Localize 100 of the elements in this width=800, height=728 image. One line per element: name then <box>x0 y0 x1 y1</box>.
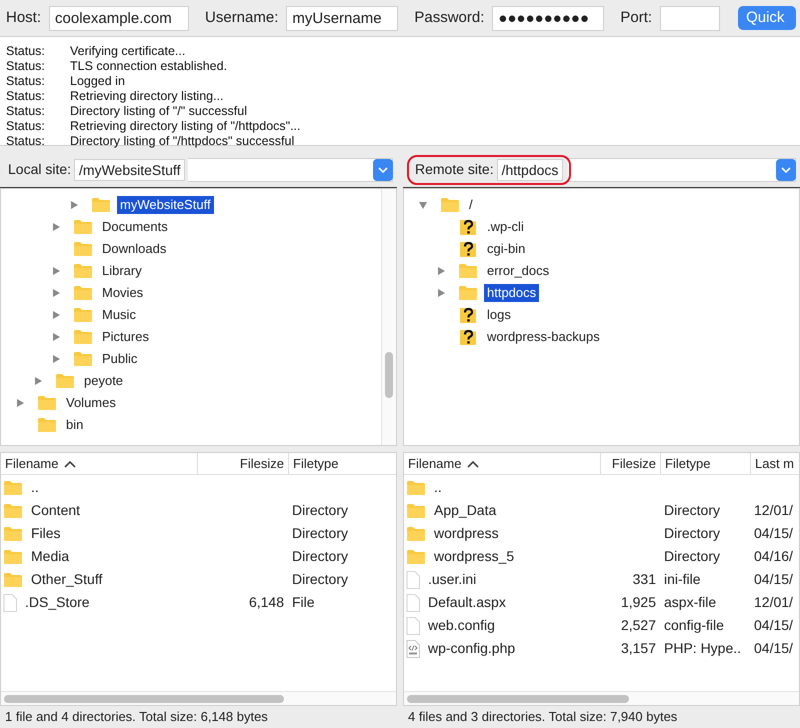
tree-item[interactable]: Pictures <box>102 328 149 346</box>
column-header[interactable]: Filename <box>404 453 600 474</box>
expand-arrow-icon[interactable] <box>33 376 43 386</box>
tree-item[interactable]: httpdocs <box>484 284 540 302</box>
column-header[interactable]: Filesize <box>197 453 288 474</box>
table-cell-text: Content <box>31 501 80 520</box>
tree-item[interactable]: Music <box>102 306 136 324</box>
table-cell-text: Media <box>31 547 70 566</box>
dropdown-button[interactable] <box>373 158 393 180</box>
log-label: Status: <box>6 89 46 104</box>
tree-item[interactable]: .wp-cli <box>487 218 524 236</box>
folder-icon <box>3 526 23 542</box>
log-message: TLS connection established. <box>70 59 228 74</box>
expand-arrow-icon[interactable] <box>51 310 61 320</box>
input-field[interactable] <box>660 6 720 30</box>
site-label: Local site: <box>8 160 72 179</box>
expand-arrow-icon[interactable] <box>69 200 79 210</box>
table-cell-text: aspx-file <box>664 593 716 612</box>
tree-item[interactable]: cgi-bin <box>487 240 526 258</box>
column-header[interactable]: Last m <box>750 453 799 474</box>
input-field[interactable]: ●●●●●●●●●● <box>492 6 604 30</box>
log-message: Directory listing of "/" successful <box>70 104 247 119</box>
question-folder-icon <box>458 240 478 258</box>
table-cell-text: 04/15/ <box>754 524 793 543</box>
table-cell-text: 2,527 <box>620 616 656 635</box>
log-label: Status: <box>6 134 46 149</box>
site-path-field[interactable]: /myWebsiteStuff <box>74 158 186 180</box>
expand-arrow-icon[interactable] <box>51 266 61 276</box>
expand-arrow-icon[interactable] <box>51 288 61 298</box>
folder-icon <box>406 502 426 518</box>
table-cell-text: 12/01/ <box>754 501 793 520</box>
tree-item[interactable]: Movies <box>102 284 144 302</box>
expand-arrow-icon[interactable] <box>51 354 61 364</box>
dropdown-button[interactable] <box>776 158 796 180</box>
column-header[interactable]: Filetype <box>660 453 750 474</box>
table-cell-text: ini-file <box>664 570 701 589</box>
tree-item[interactable]: peyote <box>84 372 124 390</box>
column-header[interactable]: Filetype <box>288 453 396 474</box>
scrollbar-thumb[interactable] <box>4 694 284 702</box>
expand-arrow-icon[interactable] <box>436 266 446 276</box>
table-cell-text: Directory <box>292 524 348 543</box>
code-file-icon <box>406 640 420 658</box>
table-cell-text: PHP: Hype.. <box>664 639 742 658</box>
log-label: Status: <box>6 74 46 89</box>
log-label: Status: <box>6 104 46 119</box>
folder-icon <box>73 219 93 235</box>
scrollbar-thumb[interactable] <box>385 352 393 398</box>
file-icon <box>3 594 17 612</box>
tree-item[interactable]: Public <box>102 350 138 368</box>
table-cell-text: web.config <box>428 616 495 635</box>
sort-ascending-icon <box>64 460 76 468</box>
column-header[interactable]: Filesize <box>600 453 660 474</box>
folder-icon <box>55 373 75 389</box>
folder-icon <box>3 502 23 518</box>
table-cell-text: Directory <box>664 547 720 566</box>
table-cell-text: File <box>292 593 315 612</box>
scrollbar-thumb[interactable] <box>407 694 629 702</box>
log-message: Directory listing of "/httpdocs" successful <box>70 134 294 149</box>
expand-arrow-icon[interactable] <box>436 288 446 298</box>
tree-item[interactable]: Downloads <box>102 240 166 258</box>
folder-icon <box>458 263 478 279</box>
column-header[interactable]: Filename <box>1 453 197 474</box>
expand-arrow-icon[interactable] <box>15 398 25 408</box>
folder-icon <box>73 263 93 279</box>
expand-arrow-icon[interactable] <box>51 332 61 342</box>
quickconnect-button[interactable]: Quick <box>738 6 796 30</box>
tree-item[interactable]: error_docs <box>487 262 550 280</box>
table-cell-text: 331 <box>632 570 656 589</box>
folder-icon <box>3 548 23 564</box>
table-cell-text: 04/15/ <box>754 639 793 658</box>
field-label: Password: <box>414 8 484 28</box>
tree-item[interactable]: Library <box>102 262 142 280</box>
tree-item[interactable]: myWebsiteStuff <box>117 196 214 214</box>
tree-item[interactable]: / <box>469 196 473 214</box>
expand-arrow-icon[interactable] <box>51 222 61 232</box>
tree-item[interactable]: wordpress-backups <box>487 328 600 346</box>
table-cell-text: Other_Stuff <box>31 570 102 589</box>
table-cell-text: Default.aspx <box>428 593 506 612</box>
table-cell-text: 04/16/ <box>754 547 793 566</box>
table-cell-text: wp-config.php <box>428 639 516 658</box>
log-message: Retrieving directory listing... <box>70 89 224 104</box>
table-cell-text: wordpress_5 <box>434 547 514 566</box>
collapse-arrow-icon[interactable] <box>418 200 428 210</box>
table-cell-text: .. <box>31 478 39 497</box>
folder-icon <box>406 526 426 542</box>
table-cell-text: Directory <box>664 524 720 543</box>
table-cell-text: Directory <box>292 547 348 566</box>
tree-item[interactable]: logs <box>487 306 511 324</box>
tree-item[interactable]: Volumes <box>66 394 116 412</box>
table-cell-text: 1,925 <box>620 593 656 612</box>
input-field[interactable]: coolexample.com <box>49 6 190 30</box>
tree-item[interactable]: Documents <box>102 218 168 236</box>
table-cell-text: Directory <box>664 501 720 520</box>
input-field[interactable]: myUsername <box>286 6 398 30</box>
tree-item[interactable]: bin <box>66 416 84 434</box>
folder-icon <box>37 395 57 411</box>
log-label: Status: <box>6 59 46 74</box>
question-folder-icon <box>458 328 478 346</box>
log-label: Status: <box>6 44 46 59</box>
site-path-field[interactable]: /httpdocs <box>496 158 564 180</box>
